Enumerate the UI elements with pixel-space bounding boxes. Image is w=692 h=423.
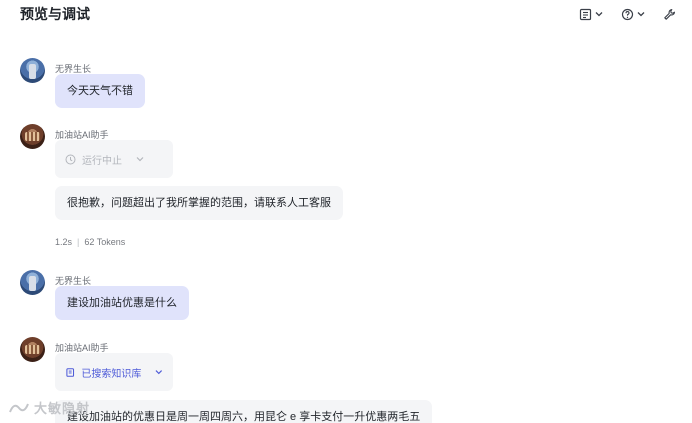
run-status-dropdown[interactable]: 运行中止 [55,140,173,178]
chevron-down-icon [637,12,645,17]
settings-button[interactable] [663,8,676,21]
avatar [20,124,45,149]
toolbar [579,8,676,21]
help-menu-button[interactable] [621,8,645,21]
avatar [20,270,45,295]
run-status-label: 运行中止 [82,155,122,167]
chevron-down-icon [136,157,144,162]
message-bubble: 今天天气不错 [55,74,145,108]
watermark-logo-icon [9,403,29,412]
watermark-text: 大敏隐射 [34,401,91,416]
chevron-down-icon [595,12,603,17]
avatar [20,337,45,362]
document-menu-button[interactable] [579,8,603,21]
chevron-down-icon [155,370,163,375]
message-bubble: 建设加油站的优惠日是周一周四周六，用昆仑 e 享卡支付一升优惠两毛五 [55,400,433,423]
header: 预览与调试 [0,0,692,28]
token-count: 62 Tokens [84,237,126,247]
page-title: 预览与调试 [20,6,90,22]
book-icon [66,367,75,377]
wrench-icon [664,8,676,20]
help-icon [621,8,634,20]
avatar [20,58,45,83]
clock-icon [65,154,76,164]
knowledge-search-dropdown[interactable]: 已搜索知识库 [55,353,173,391]
document-icon [579,8,592,20]
message-bubble: 很抱歉，问题超出了我所掌握的范围，请联系人工客服 [55,186,343,220]
response-duration: 1.2s [55,237,73,247]
message-bubble: 建设加油站优惠是什么 [55,286,189,320]
watermark: 大敏隐射 [8,398,90,417]
knowledge-search-label: 已搜索知识库 [81,368,142,380]
message-meta: 1.2s | 62 Tokens [55,237,125,247]
meta-divider: | [77,237,80,247]
